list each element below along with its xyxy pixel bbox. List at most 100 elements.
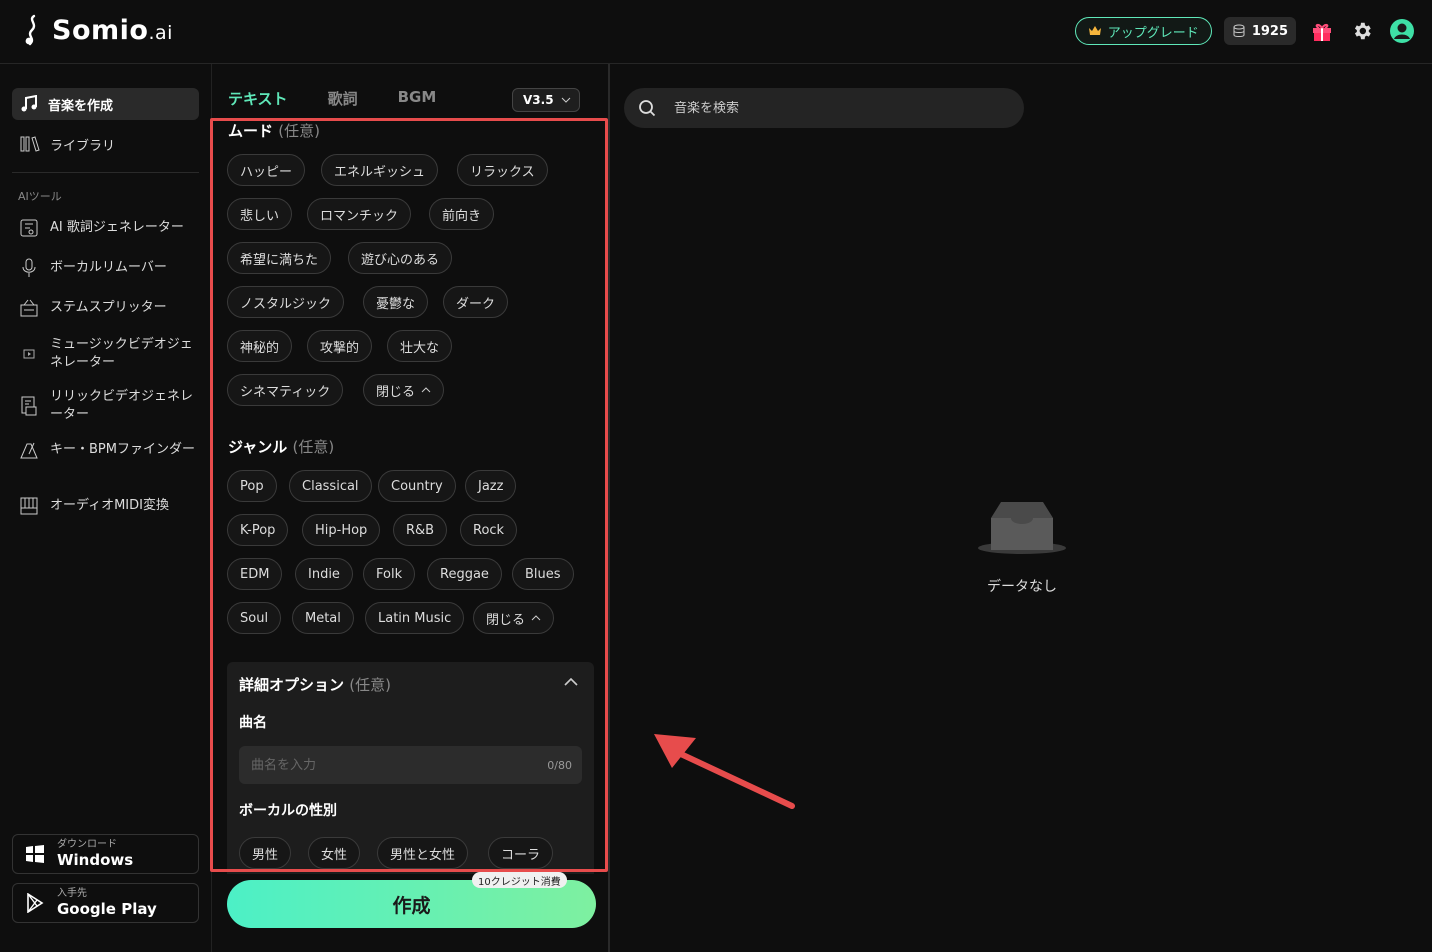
brand-name: Somio.ai bbox=[52, 14, 173, 46]
song-title-label: 曲名 bbox=[239, 715, 267, 731]
sidebar: 音楽を作成 ライブラリ AIツール AI 歌詞ジェネレーター ボーカルリムーバー… bbox=[0, 64, 212, 952]
chevron-down-icon bbox=[561, 97, 571, 103]
genre-chip[interactable]: Rock bbox=[460, 514, 518, 546]
top-actions: アップグレード 1925 bbox=[1074, 17, 1416, 45]
account-button[interactable] bbox=[1388, 17, 1416, 45]
vocal-chip-male[interactable]: 男性 bbox=[239, 837, 292, 869]
mode-tabs: テキスト 歌詞 BGM bbox=[228, 88, 436, 109]
download-windows-button[interactable]: ダウンロード Windows bbox=[12, 834, 199, 874]
advanced-options-box: 詳細オプション (任意) 曲名 0/80 ボーカルの性別 男性 女性 男性と女性… bbox=[227, 662, 594, 874]
mood-chip[interactable]: 希望に満ちた bbox=[227, 242, 332, 274]
genre-chip[interactable]: Folk bbox=[363, 558, 416, 590]
sidebar-item-music-video-generator[interactable]: ミュージックビデオジェネレーター bbox=[18, 336, 200, 372]
chevron-up-icon[interactable] bbox=[564, 678, 578, 686]
genre-chip[interactable]: Latin Music bbox=[365, 602, 465, 634]
brand-logo[interactable]: Somio.ai bbox=[20, 14, 173, 46]
midi-icon bbox=[20, 497, 38, 515]
mood-chip[interactable]: 遊び心のある bbox=[348, 242, 453, 274]
mood-chip[interactable]: エネルギッシュ bbox=[321, 154, 439, 186]
genre-chip[interactable]: Metal bbox=[292, 602, 354, 634]
advanced-options-title[interactable]: 詳細オプション (任意) bbox=[239, 674, 391, 695]
mood-chip[interactable]: 悲しい bbox=[227, 198, 293, 230]
mood-chip[interactable]: ロマンチック bbox=[307, 198, 412, 230]
version-select[interactable]: V3.5 bbox=[512, 88, 580, 112]
genre-section-title: ジャンル (任意) bbox=[228, 438, 335, 456]
mood-chip[interactable]: 前向き bbox=[429, 198, 495, 230]
tab-bgm[interactable]: BGM bbox=[398, 88, 437, 109]
genre-chip[interactable]: Classical bbox=[289, 470, 372, 502]
sidebar-item-audio-midi[interactable]: オーディオMIDI変換 bbox=[18, 496, 200, 516]
sidebar-item-library[interactable]: ライブラリ bbox=[12, 128, 199, 160]
mood-section-title: ムード (任意) bbox=[228, 122, 320, 140]
credit-cost-badge: 10クレジット消費 bbox=[472, 872, 567, 888]
main-area: データなし bbox=[612, 64, 1432, 952]
lyrics-icon bbox=[20, 219, 38, 237]
google-play-button[interactable]: 入手先 Google Play bbox=[12, 883, 199, 923]
tab-lyrics[interactable]: 歌詞 bbox=[328, 88, 358, 109]
search-input[interactable] bbox=[674, 100, 994, 116]
panel-scrollbar[interactable] bbox=[606, 284, 608, 864]
ai-tools-section-label: AIツール bbox=[18, 190, 62, 203]
vocal-chip-chorus[interactable]: コーラ bbox=[488, 837, 554, 869]
music-video-icon bbox=[23, 349, 35, 359]
genre-chip[interactable]: Pop bbox=[227, 470, 277, 502]
sidebar-item-stem-splitter[interactable]: ステムスプリッター bbox=[18, 298, 200, 318]
mood-chip[interactable]: 壮大な bbox=[387, 330, 453, 362]
sidebar-item-lyrics-generator[interactable]: AI 歌詞ジェネレーター bbox=[18, 218, 200, 238]
chevron-up-icon bbox=[421, 387, 431, 393]
genre-chip[interactable]: Country bbox=[378, 470, 456, 502]
genre-collapse-button[interactable]: 閉じる bbox=[473, 602, 555, 634]
genre-chip[interactable]: Jazz bbox=[465, 470, 517, 502]
genre-chip[interactable]: Indie bbox=[295, 558, 353, 590]
mood-chip[interactable]: シネマティック bbox=[227, 374, 344, 406]
windows-icon bbox=[26, 845, 44, 863]
gift-icon bbox=[1313, 23, 1331, 41]
genre-chip[interactable]: EDM bbox=[227, 558, 283, 590]
mood-chip[interactable]: 憂鬱な bbox=[363, 286, 429, 318]
mood-chip[interactable]: 攻撃的 bbox=[307, 330, 373, 362]
gear-icon bbox=[1354, 22, 1371, 40]
search-bar[interactable] bbox=[624, 88, 1024, 128]
top-bar: Somio.ai アップグレード 1925 bbox=[0, 0, 1432, 64]
credits-badge[interactable]: 1925 bbox=[1223, 17, 1296, 45]
mood-chip[interactable]: ダーク bbox=[443, 286, 509, 318]
library-icon bbox=[20, 136, 40, 152]
somio-logo-icon bbox=[25, 14, 36, 46]
tab-text[interactable]: テキスト bbox=[228, 88, 288, 109]
mood-chip[interactable]: リラックス bbox=[457, 154, 548, 186]
vocal-chip-both[interactable]: 男性と女性 bbox=[377, 837, 469, 869]
genre-chip[interactable]: Soul bbox=[227, 602, 282, 634]
mood-chip[interactable]: ノスタルジック bbox=[227, 286, 345, 318]
avatar-icon bbox=[1390, 19, 1414, 43]
empty-state: データなし bbox=[972, 500, 1072, 596]
settings-button[interactable] bbox=[1348, 17, 1376, 45]
sidebar-item-create-music[interactable]: 音楽を作成 bbox=[12, 88, 199, 120]
search-icon bbox=[639, 100, 656, 117]
coin-stack-icon bbox=[1233, 24, 1245, 37]
genre-chip[interactable]: Blues bbox=[512, 558, 574, 590]
music-note-icon bbox=[21, 95, 37, 112]
chevron-up-icon bbox=[531, 615, 541, 621]
mood-collapse-button[interactable]: 閉じる bbox=[363, 374, 445, 406]
genre-chip[interactable]: K-Pop bbox=[227, 514, 289, 546]
gift-button[interactable] bbox=[1308, 17, 1336, 45]
creation-panel: テキスト 歌詞 BGM V3.5 ムード (任意) ハッピー エネルギッシュ リ… bbox=[212, 64, 610, 952]
vocal-chip-female[interactable]: 女性 bbox=[308, 837, 361, 869]
annotation-arrow-icon bbox=[654, 734, 795, 809]
song-title-input[interactable] bbox=[239, 746, 582, 784]
crown-icon bbox=[1088, 26, 1101, 35]
genre-chip[interactable]: Hip-Hop bbox=[302, 514, 381, 546]
genre-chip[interactable]: Reggae bbox=[427, 558, 502, 590]
upgrade-button[interactable]: アップグレード bbox=[1074, 17, 1212, 45]
microphone-icon bbox=[22, 258, 36, 277]
vocal-gender-label: ボーカルの性別 bbox=[239, 803, 337, 819]
key-bpm-icon bbox=[20, 442, 38, 459]
lyric-video-icon bbox=[21, 396, 37, 416]
options-scroll-area[interactable]: ムード (任意) ハッピー エネルギッシュ リラックス 悲しい ロマンチック 前… bbox=[212, 116, 608, 874]
mood-chip[interactable]: 神秘的 bbox=[227, 330, 293, 362]
genre-chip[interactable]: R&B bbox=[393, 514, 448, 546]
sidebar-item-vocal-remover[interactable]: ボーカルリムーバー bbox=[18, 258, 200, 278]
sidebar-item-key-bpm-finder[interactable]: キー・BPMファインダー bbox=[18, 440, 200, 460]
mood-chip[interactable]: ハッピー bbox=[227, 154, 306, 186]
sidebar-item-lyric-video-generator[interactable]: リリックビデオジェネレーター bbox=[18, 388, 200, 424]
